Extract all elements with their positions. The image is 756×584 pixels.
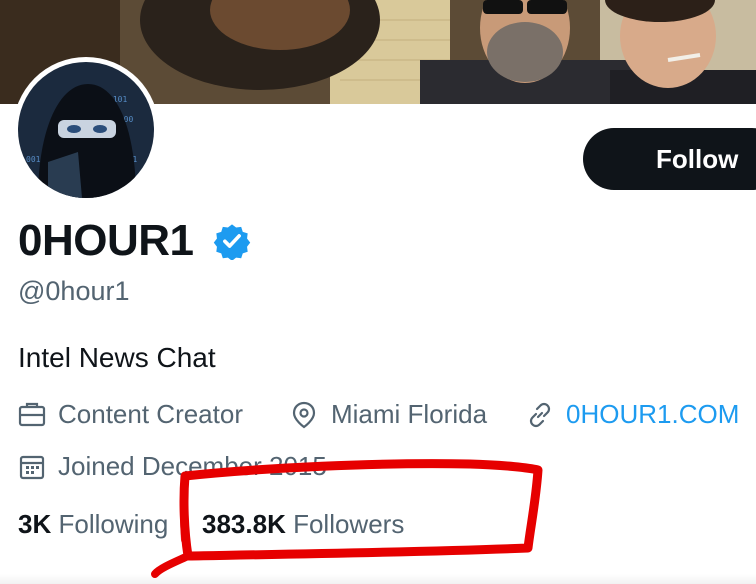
location-label: Miami Florida [331,399,488,429]
link-icon [529,402,551,428]
joined-label: Joined December 2015 [58,451,327,481]
following-label: Following [58,509,169,539]
profile-bio: Intel News Chat [18,342,216,373]
profile-avatar[interactable]: 0101 1100 0110 1011 0011 [13,57,159,203]
followers-stat[interactable]: 383.8K Followers [202,506,404,542]
category-label: Content Creator [58,399,243,429]
category-item: Content Creator [18,396,278,432]
briefcase-icon [18,402,46,427]
website-item[interactable]: 0HOUR1.COM [526,396,756,432]
calendar-icon [19,455,45,480]
profile-page: 0101 1100 0110 1011 0011 Follow 0HOUR1 @… [0,0,756,584]
profile-handle: @0hour1 [18,276,130,306]
display-name: 0HOUR1 [18,216,194,265]
divider [0,574,756,584]
verified-badge-icon[interactable] [213,222,251,260]
joined-item: Joined December 2015 [18,448,398,484]
followers-count: 383.8K [202,509,286,539]
location-item: Miami Florida [291,396,511,432]
location-pin-icon [292,401,316,429]
hacker-avatar-image: 0101 1100 0110 1011 0011 [18,62,154,198]
website-link[interactable]: 0HOUR1.COM [566,396,739,432]
following-count: 3K [18,509,52,539]
followers-label: Followers [293,509,405,539]
following-stat[interactable]: 3K Following [18,506,168,542]
follow-button[interactable]: Follow [583,128,756,190]
